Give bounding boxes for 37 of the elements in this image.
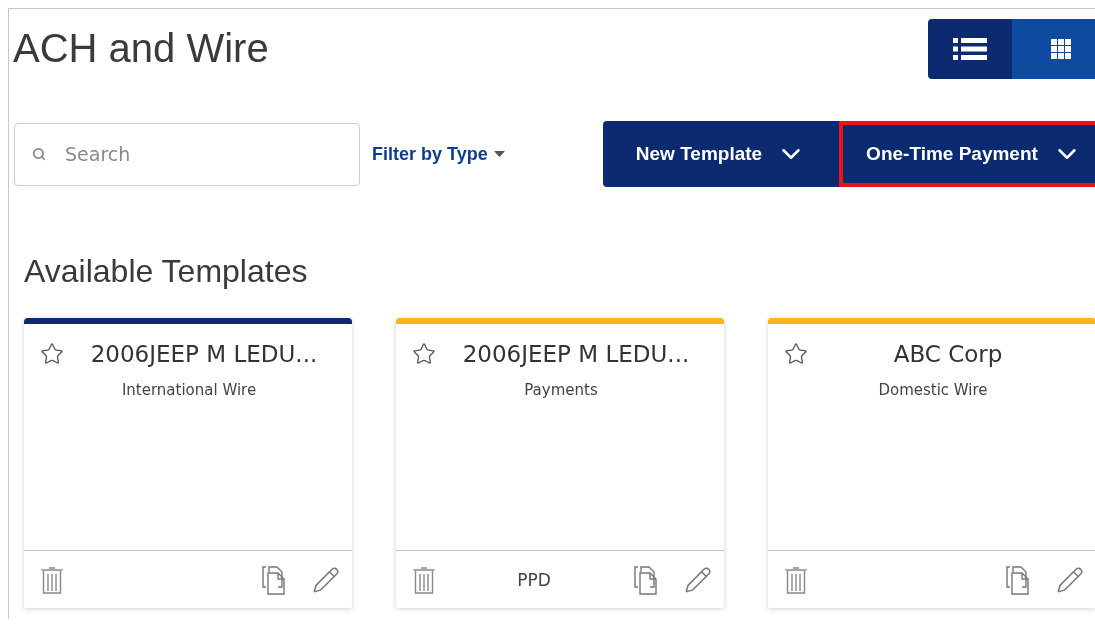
filter-dropdown[interactable]: Filter by Type: [372, 143, 505, 165]
edit-button[interactable]: [1056, 565, 1084, 594]
template-code: PPD: [516, 569, 552, 590]
section-title: Available Templates: [24, 252, 309, 291]
search-field[interactable]: Search: [14, 122, 360, 186]
trash-icon: [40, 564, 64, 595]
star-icon[interactable]: [40, 342, 64, 366]
dropdown-button[interactable]: One-Time Payment: [839, 121, 1095, 187]
grid-icon: [1050, 38, 1071, 59]
list-view-button[interactable]: [928, 18, 1012, 79]
dropdown-button[interactable]: New Template: [603, 121, 839, 187]
search-icon: [32, 146, 46, 161]
trash-icon: [412, 564, 436, 595]
edit-button[interactable]: [312, 565, 340, 594]
grid-view-button[interactable]: [1012, 18, 1095, 79]
copy-icon: [260, 564, 288, 595]
star-icon[interactable]: [784, 342, 808, 366]
edit-button[interactable]: [684, 565, 712, 594]
copy-icon: [1004, 564, 1032, 595]
copy-button[interactable]: [1004, 564, 1032, 595]
copy-icon: [632, 564, 660, 595]
delete-button[interactable]: [784, 564, 808, 595]
trash-icon: [784, 564, 808, 595]
star-icon[interactable]: [412, 342, 436, 366]
page-title: ACH and Wire: [13, 26, 269, 71]
template-name: 2006JEEP M LEDU...: [89, 341, 319, 367]
copy-button[interactable]: [260, 564, 288, 595]
template-type: Payments: [523, 381, 599, 399]
list-icon: [953, 37, 987, 60]
template-type: International Wire: [120, 381, 258, 399]
caret-icon: [493, 151, 505, 157]
template-name: 2006JEEP M LEDU...: [461, 341, 691, 367]
copy-button[interactable]: [632, 564, 660, 595]
template-name: ABC Corp: [892, 341, 1004, 367]
delete-button[interactable]: [412, 564, 436, 595]
template-type: Domestic Wire: [877, 381, 989, 399]
delete-button[interactable]: [40, 564, 64, 595]
